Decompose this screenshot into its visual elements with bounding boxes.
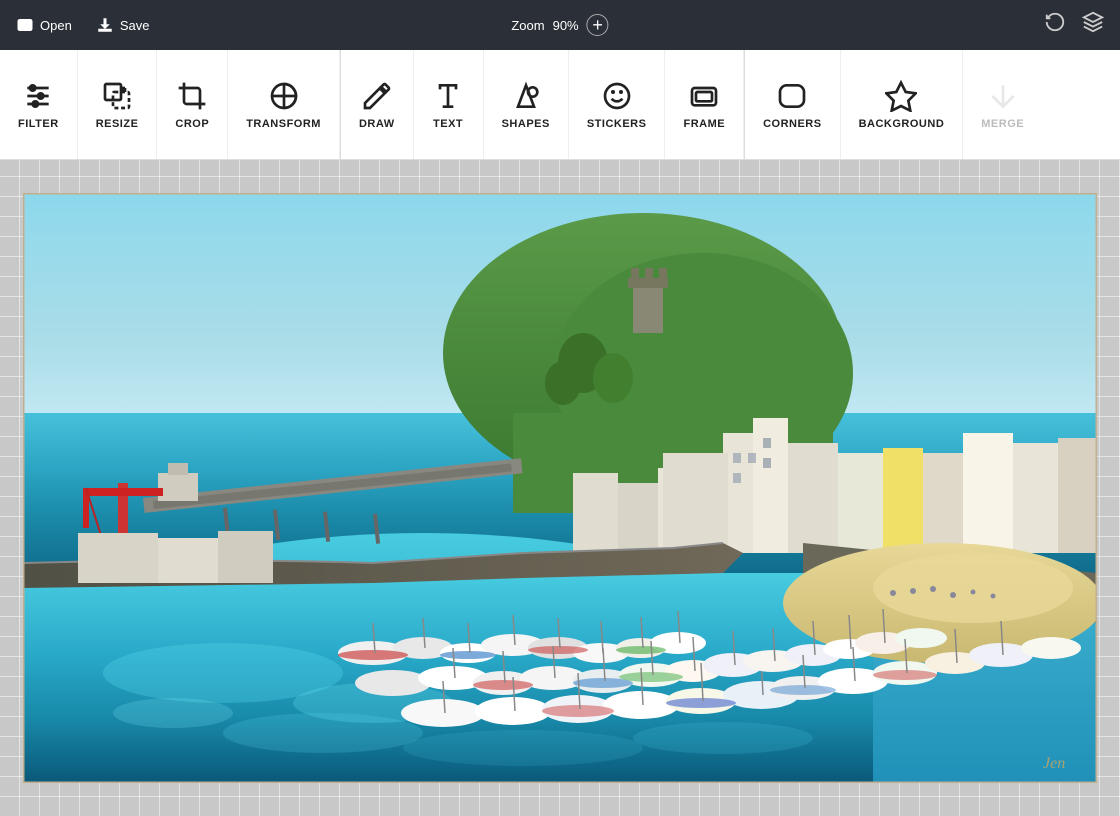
stickers-label: STICKERS bbox=[587, 118, 647, 130]
merge-icon bbox=[987, 80, 1019, 112]
crop-label: CROP bbox=[175, 118, 209, 130]
resize-icon bbox=[101, 80, 133, 112]
tool-draw[interactable]: DRAW bbox=[341, 50, 414, 159]
draw-label: DRAW bbox=[359, 118, 395, 130]
frame-icon bbox=[688, 80, 720, 112]
topbar-right bbox=[1044, 11, 1104, 39]
zoom-control: Zoom 90% + bbox=[511, 14, 608, 36]
background-label: BACKGROUND bbox=[859, 118, 945, 130]
zoom-value: 90% bbox=[553, 18, 579, 33]
tool-transform[interactable]: TRANSFORM bbox=[228, 50, 340, 159]
filter-label: FILTER bbox=[18, 118, 59, 130]
svg-text:Jen: Jen bbox=[1043, 755, 1065, 772]
draw-icon bbox=[361, 80, 393, 112]
tool-background[interactable]: BACKGROUND bbox=[841, 50, 964, 159]
tool-text[interactable]: TEXT bbox=[414, 50, 484, 159]
resize-label: RESIZE bbox=[96, 118, 139, 130]
topbar: Open Save Zoom 90% + bbox=[0, 0, 1120, 50]
save-button[interactable]: Save bbox=[96, 16, 150, 34]
corners-icon bbox=[776, 80, 808, 112]
tool-shapes[interactable]: SHAPES bbox=[484, 50, 569, 159]
tool-corners[interactable]: CORNERS bbox=[745, 50, 841, 159]
stickers-icon bbox=[601, 80, 633, 112]
tool-crop[interactable]: CROP bbox=[157, 50, 228, 159]
text-label: TEXT bbox=[433, 118, 463, 130]
zoom-plus-button[interactable]: + bbox=[587, 14, 609, 36]
open-button[interactable]: Open bbox=[16, 16, 72, 34]
save-label: Save bbox=[120, 18, 150, 33]
tool-resize[interactable]: RESIZE bbox=[78, 50, 158, 159]
corners-label: CORNERS bbox=[763, 118, 822, 130]
sliders-icon bbox=[22, 80, 54, 112]
tool-frame[interactable]: FRAME bbox=[665, 50, 744, 159]
merge-label: MERGE bbox=[981, 118, 1024, 130]
transform-label: TRANSFORM bbox=[246, 118, 321, 130]
save-icon bbox=[96, 16, 114, 34]
layers-icon[interactable] bbox=[1082, 11, 1104, 39]
shapes-icon bbox=[510, 80, 542, 112]
main-painting: Jen bbox=[23, 193, 1097, 783]
open-label: Open bbox=[40, 18, 72, 33]
undo-icon[interactable] bbox=[1044, 11, 1066, 39]
canvas-area: Jen bbox=[0, 160, 1120, 816]
toolbar: FILTER RESIZE CROP TRANSFORM bbox=[0, 50, 1120, 160]
zoom-label: Zoom bbox=[511, 18, 544, 33]
tool-filter[interactable]: FILTER bbox=[0, 50, 78, 159]
open-icon bbox=[16, 16, 34, 34]
frame-label: FRAME bbox=[683, 118, 725, 130]
tool-stickers[interactable]: STICKERS bbox=[569, 50, 666, 159]
shapes-label: SHAPES bbox=[502, 118, 550, 130]
tool-merge[interactable]: MERGE bbox=[963, 50, 1042, 159]
crop-icon bbox=[176, 80, 208, 112]
transform-icon bbox=[268, 80, 300, 112]
background-icon bbox=[885, 80, 917, 112]
text-icon bbox=[432, 80, 464, 112]
